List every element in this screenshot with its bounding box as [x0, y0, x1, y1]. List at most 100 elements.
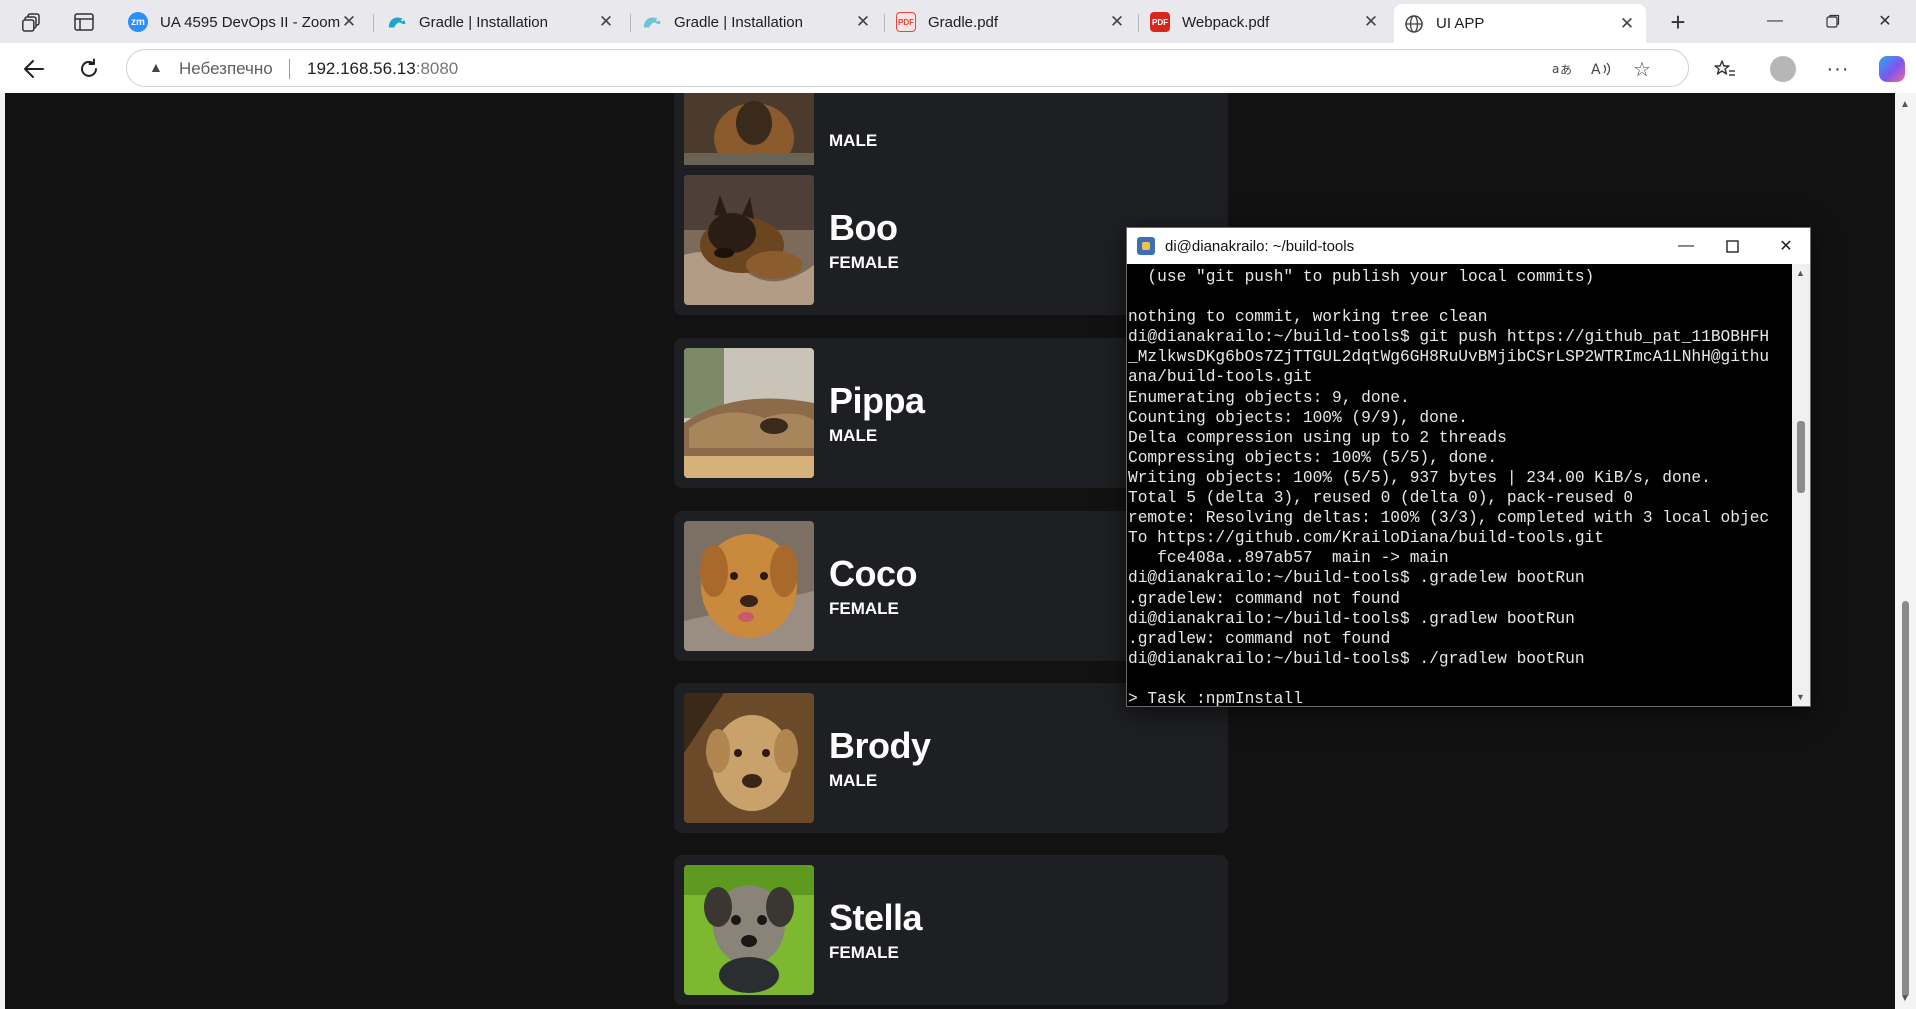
terminal-line: .gradelew: command not found: [1128, 589, 1400, 608]
close-icon[interactable]: ✕: [597, 12, 615, 32]
terminal-line: di@dianakrailo:~/build-tools$ .gradlew b…: [1128, 609, 1575, 628]
terminal-app-icon: [1137, 237, 1155, 255]
tab-label: UA 4595 DevOps II - Zoom: [160, 13, 340, 31]
page-scrollbar[interactable]: ▲ ▼: [1895, 93, 1916, 1009]
maximize-icon[interactable]: [1709, 231, 1755, 261]
pet-sex: FEMALE: [829, 599, 899, 618]
terminal-line: Enumerating objects: 9, done.: [1128, 388, 1410, 407]
pet-name: Boo: [829, 207, 898, 248]
terminal-line: remote: Resolving deltas: 100% (3/3), co…: [1128, 509, 1770, 528]
terminal-line: ana/build-tools.git: [1128, 368, 1313, 387]
tab-zoom[interactable]: zm UA 4595 DevOps II - Zoom ✕: [118, 4, 368, 40]
close-window-icon[interactable]: ✕: [1862, 6, 1908, 36]
tab-gradle-pdf[interactable]: PDF Gradle.pdf ✕: [886, 4, 1136, 40]
gradle-icon: [387, 12, 407, 32]
pet-photo: [684, 865, 814, 995]
tab-divider: [373, 14, 374, 32]
terminal-line: di@dianakrailo:~/build-tools$ .gradelew …: [1128, 569, 1585, 588]
copilot-icon[interactable]: [1877, 54, 1907, 84]
scroll-down-icon[interactable]: ▼: [1900, 993, 1910, 1004]
pet-name: Brody: [829, 725, 931, 766]
terminal-line: di@dianakrailo:~/build-tools$ git push h…: [1128, 328, 1770, 347]
url-text[interactable]: 192.168.56.13:8080: [307, 59, 458, 79]
gradle-icon: [642, 12, 662, 32]
tab-ui-app[interactable]: UI APP ✕: [1394, 4, 1646, 43]
scrollbar-thumb[interactable]: [1797, 421, 1805, 493]
terminal-line: fce408a..897ab57 main -> main: [1128, 549, 1449, 568]
pet-sex: MALE: [829, 771, 878, 790]
terminal-line: Counting objects: 100% (9/9), done.: [1128, 408, 1468, 427]
browser-toolbar: ▲ Небезпечно 192.168.56.13:8080 aあ A ☆ ·…: [0, 43, 1916, 93]
tab-actions-icon[interactable]: [70, 8, 98, 36]
pet-photo: [684, 521, 814, 651]
close-icon[interactable]: ✕: [1108, 12, 1126, 32]
terminal-line: .gradlew: command not found: [1128, 629, 1391, 648]
terminal-scrollbar[interactable]: ▲ ▼: [1792, 264, 1810, 706]
pet-name: Stella: [829, 897, 923, 938]
favorites-icon[interactable]: [1710, 54, 1740, 84]
close-window-icon[interactable]: ✕: [1763, 231, 1809, 261]
back-icon[interactable]: [18, 53, 50, 85]
terminal-line: To https://github.com/KrailoDiana/build-…: [1128, 529, 1604, 548]
translate-icon[interactable]: aあ: [1549, 57, 1575, 81]
close-icon[interactable]: ✕: [340, 12, 358, 32]
terminal-output[interactable]: (use "git push" to publish your local co…: [1127, 264, 1792, 706]
favorite-star-icon[interactable]: ☆: [1629, 57, 1655, 81]
minimize-icon[interactable]: —: [1752, 6, 1798, 36]
pet-sex: MALE: [829, 426, 878, 445]
pet-photo: [684, 348, 814, 478]
url-divider: [289, 59, 290, 79]
tab-divider: [1138, 14, 1139, 32]
profile-icon[interactable]: [1768, 54, 1798, 84]
address-bar[interactable]: ▲ Небезпечно 192.168.56.13:8080 aあ A ☆: [126, 49, 1689, 87]
terminal-title: di@dianakrailo: ~/build-tools: [1165, 238, 1355, 255]
pet-sex: FEMALE: [829, 943, 899, 962]
warning-icon[interactable]: ▲: [149, 59, 163, 75]
svg-text:a: a: [1552, 62, 1559, 76]
terminal-line: nothing to commit, working tree clean: [1128, 308, 1488, 327]
tab-webpack-pdf[interactable]: PDF Webpack.pdf ✕: [1140, 4, 1390, 40]
read-aloud-icon[interactable]: A: [1589, 57, 1615, 81]
terminal-line: _MzlkwsDKg6bOs7ZjTTGUL2dqtWg6GH8RuUvBMji…: [1128, 348, 1770, 367]
svg-text:あ: あ: [1560, 63, 1572, 77]
pet-name: Pippa: [829, 380, 925, 421]
terminal-line: Writing objects: 100% (5/5), 937 bytes |…: [1128, 468, 1711, 487]
url-port: :8080: [415, 59, 459, 78]
url-host: 192.168.56.13: [307, 59, 416, 78]
scrollbar-thumb[interactable]: [1902, 601, 1909, 997]
restore-icon[interactable]: [1810, 6, 1856, 36]
refresh-icon[interactable]: [73, 53, 105, 85]
security-status[interactable]: Небезпечно: [179, 59, 273, 79]
pet-card[interactable]: Stella FEMALE: [674, 855, 1228, 1005]
tab-label: UI APP: [1436, 15, 1485, 32]
pet-sex: FEMALE: [829, 253, 899, 272]
scroll-up-icon[interactable]: ▲: [1796, 268, 1805, 278]
pdf-icon: PDF: [1150, 12, 1170, 32]
tab-divider: [630, 14, 631, 32]
terminal-window[interactable]: di@dianakrailo: ~/build-tools — ✕ (use "…: [1126, 227, 1811, 707]
terminal-line: Delta compression using up to 2 threads: [1128, 428, 1507, 447]
zoom-icon: zm: [128, 12, 148, 32]
pet-photo: [684, 693, 814, 823]
minimize-icon[interactable]: —: [1663, 231, 1709, 261]
workspaces-icon[interactable]: [18, 8, 46, 36]
new-tab-icon[interactable]: +: [1664, 7, 1692, 37]
tab-label: Webpack.pdf: [1182, 13, 1270, 31]
tab-gradle-installation-2[interactable]: Gradle | Installation ✕: [632, 4, 882, 40]
scroll-up-icon[interactable]: ▲: [1900, 99, 1910, 110]
tab-label: Gradle.pdf: [928, 13, 999, 31]
tab-gradle-installation-1[interactable]: Gradle | Installation ✕: [377, 4, 625, 40]
svg-text:A: A: [1591, 62, 1601, 77]
terminal-line: (use "git push" to publish your local co…: [1128, 268, 1595, 286]
close-icon[interactable]: ✕: [854, 12, 872, 32]
more-icon[interactable]: ···: [1823, 54, 1853, 84]
globe-icon: [1404, 14, 1424, 34]
avatar: [1770, 56, 1796, 82]
close-icon[interactable]: ✕: [1362, 12, 1380, 32]
terminal-line: > Task :npmInstall: [1128, 689, 1303, 706]
terminal-titlebar[interactable]: di@dianakrailo: ~/build-tools — ✕: [1127, 228, 1810, 264]
close-icon[interactable]: ✕: [1618, 14, 1636, 34]
scroll-down-icon[interactable]: ▼: [1796, 692, 1805, 702]
